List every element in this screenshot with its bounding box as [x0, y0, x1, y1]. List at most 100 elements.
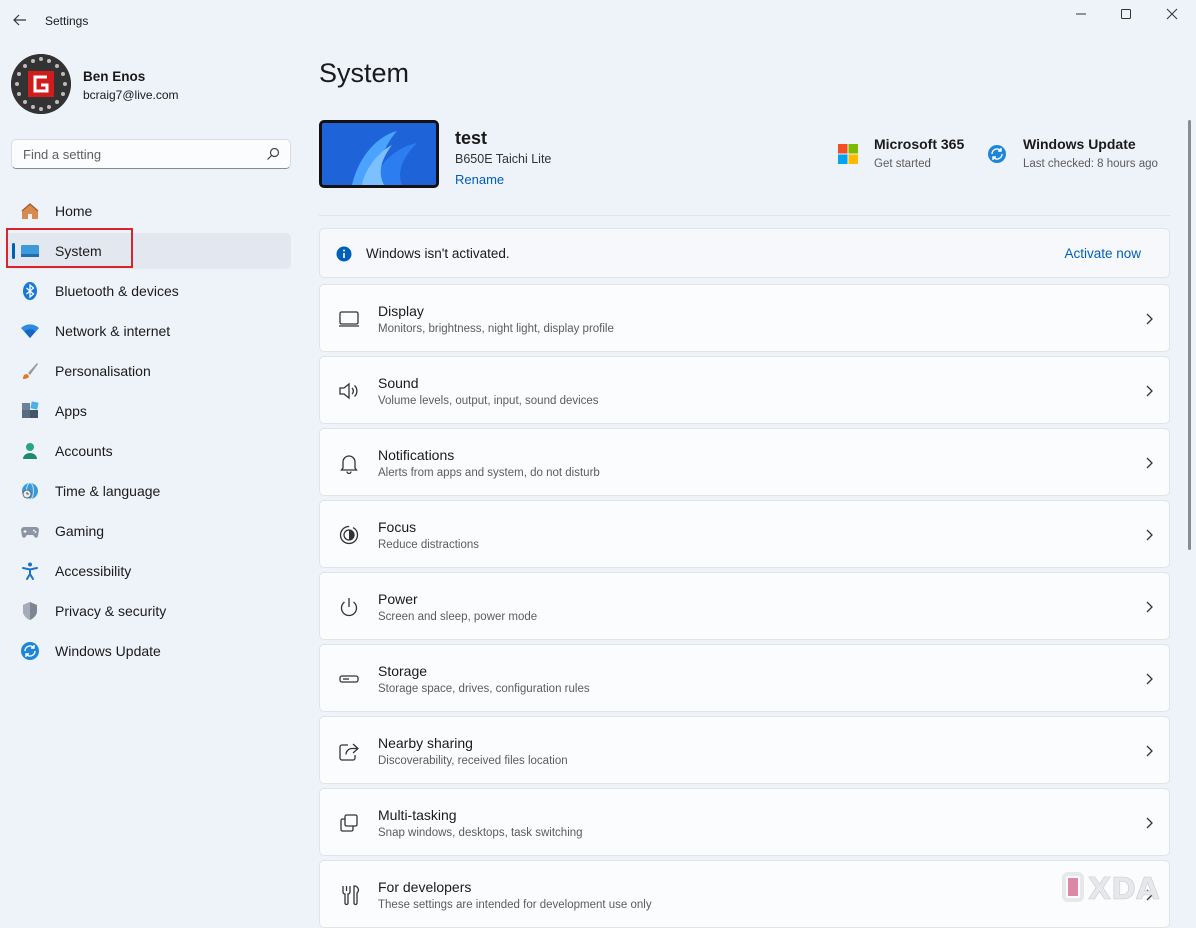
app-title: Settings	[45, 14, 89, 28]
card-description: Snap windows, desktops, task switching	[378, 827, 583, 839]
quick-link-subtitle: Get started	[874, 158, 931, 170]
setting-card-power[interactable]: Power Screen and sleep, power mode	[319, 572, 1170, 640]
back-arrow-icon	[13, 14, 26, 26]
device-thumbnail	[319, 120, 439, 188]
sidebar-item-windows-update[interactable]: Windows Update	[6, 633, 291, 669]
chevron-right-icon	[1146, 745, 1153, 757]
activate-now-link[interactable]: Activate now	[1064, 246, 1141, 261]
rename-link[interactable]: Rename	[455, 172, 504, 187]
sidebar-item-privacy[interactable]: Privacy & security	[6, 593, 291, 629]
maximize-button[interactable]	[1103, 2, 1149, 26]
device-model: B650E Taichi Lite	[455, 152, 552, 166]
card-title: Power	[378, 591, 418, 607]
card-description: Alerts from apps and system, do not dist…	[378, 467, 600, 479]
display-icon	[339, 311, 359, 327]
brush-icon	[23, 363, 38, 379]
search-input[interactable]: Find a setting	[11, 139, 291, 169]
close-icon	[1166, 8, 1178, 20]
accessibility-icon	[22, 562, 38, 580]
highlight-annotation	[6, 228, 133, 268]
sidebar-item-accounts[interactable]: Accounts	[6, 433, 291, 469]
card-title: Nearby sharing	[378, 735, 473, 751]
page-title: System	[319, 58, 410, 88]
card-description: Monitors, brightness, night light, displ…	[378, 323, 614, 335]
sidebar-item-personalisation[interactable]: Personalisation	[6, 353, 291, 389]
wallpaper-image	[322, 123, 436, 185]
sidebar-item-accessibility[interactable]: Accessibility	[6, 553, 291, 589]
close-button[interactable]	[1149, 2, 1195, 26]
shield-icon	[23, 602, 37, 620]
card-description: These settings are intended for developm…	[378, 899, 652, 911]
setting-card-display[interactable]: Display Monitors, brightness, night ligh…	[319, 284, 1170, 352]
scrollbar[interactable]	[1188, 120, 1191, 550]
windows-update-link[interactable]: Windows Update Last checked: 8 hours ago	[987, 136, 1167, 176]
avatar[interactable]	[11, 54, 71, 114]
apps-icon	[22, 401, 39, 418]
device-name: test	[455, 128, 488, 148]
sidebar-item-bluetooth[interactable]: Bluetooth & devices	[6, 273, 291, 309]
microsoft-365-link[interactable]: Microsoft 365 Get started	[838, 136, 978, 176]
search-placeholder: Find a setting	[23, 147, 102, 162]
sidebar-item-apps[interactable]: Apps	[6, 393, 291, 429]
sidebar-item-label: Apps	[55, 403, 87, 419]
setting-card-multitasking[interactable]: Multi-tasking Snap windows, desktops, ta…	[319, 788, 1170, 856]
activation-message: Windows isn't activated.	[366, 246, 510, 261]
card-description: Volume levels, output, input, sound devi…	[378, 395, 599, 407]
divider	[319, 215, 1170, 216]
minimize-button[interactable]	[1058, 2, 1104, 26]
update-icon	[988, 145, 1006, 163]
avatar-image	[11, 54, 71, 114]
user-email: bcraig7@live.com	[83, 88, 179, 102]
gamepad-icon	[21, 527, 39, 538]
share-icon	[339, 743, 359, 761]
card-title: Focus	[378, 519, 417, 535]
sidebar-item-label: Accessibility	[55, 563, 132, 579]
chevron-right-icon	[1146, 385, 1153, 397]
card-title: Sound	[378, 375, 419, 391]
bell-icon	[340, 455, 358, 474]
chevron-right-icon	[1146, 673, 1153, 685]
card-description: Screen and sleep, power mode	[378, 611, 538, 623]
card-description: Storage space, drives, configuration rul…	[378, 683, 590, 695]
sidebar-item-home[interactable]: Home	[6, 193, 291, 229]
quick-link-title: Microsoft 365	[874, 136, 965, 152]
setting-card-nearby-sharing[interactable]: Nearby sharing Discoverability, received…	[319, 716, 1170, 784]
speaker-icon	[339, 382, 358, 400]
card-title: Display	[378, 303, 424, 319]
sidebar-item-gaming[interactable]: Gaming	[6, 513, 291, 549]
sidebar-item-label: Accounts	[55, 443, 113, 459]
setting-card-sound[interactable]: Sound Volume levels, output, input, soun…	[319, 356, 1170, 424]
card-description: Discoverability, received files location	[378, 755, 568, 767]
developer-tools-icon	[342, 885, 359, 906]
card-title: Multi-tasking	[378, 807, 457, 823]
storage-icon	[339, 675, 359, 683]
microsoft-365-icon	[838, 144, 858, 164]
chevron-right-icon	[1146, 529, 1153, 541]
sidebar-item-label: Network & internet	[55, 323, 171, 339]
sidebar-item-label: Personalisation	[55, 363, 151, 379]
sidebar-item-label: Home	[55, 203, 93, 219]
setting-card-focus[interactable]: Focus Reduce distractions	[319, 500, 1170, 568]
chevron-right-icon	[1146, 817, 1153, 829]
sidebar-item-network[interactable]: Network & internet	[6, 313, 291, 349]
card-title: Storage	[378, 663, 428, 679]
home-icon	[21, 203, 39, 219]
setting-card-storage[interactable]: Storage Storage space, drives, configura…	[319, 644, 1170, 712]
globe-clock-icon	[22, 482, 38, 500]
back-button[interactable]	[8, 8, 32, 32]
multitasking-icon	[340, 814, 358, 832]
sidebar-item-label: Time & language	[55, 483, 161, 499]
bluetooth-icon	[23, 282, 37, 300]
sidebar-item-label: Privacy & security	[55, 603, 167, 619]
sidebar-item-time-language[interactable]: Time & language	[6, 473, 291, 509]
setting-card-notifications[interactable]: Notifications Alerts from apps and syste…	[319, 428, 1170, 496]
quick-link-subtitle: Last checked: 8 hours ago	[1023, 158, 1158, 170]
user-name: Ben Enos	[83, 69, 146, 84]
card-description: Reduce distractions	[378, 539, 479, 551]
sidebar-item-label: Windows Update	[55, 643, 161, 659]
focus-icon	[339, 525, 359, 545]
xda-watermark-logo: XDA	[1062, 872, 1160, 906]
card-title: For developers	[378, 879, 472, 895]
quick-link-title: Windows Update	[1023, 136, 1136, 152]
setting-card-developers[interactable]: For developers These settings are intend…	[319, 860, 1170, 928]
